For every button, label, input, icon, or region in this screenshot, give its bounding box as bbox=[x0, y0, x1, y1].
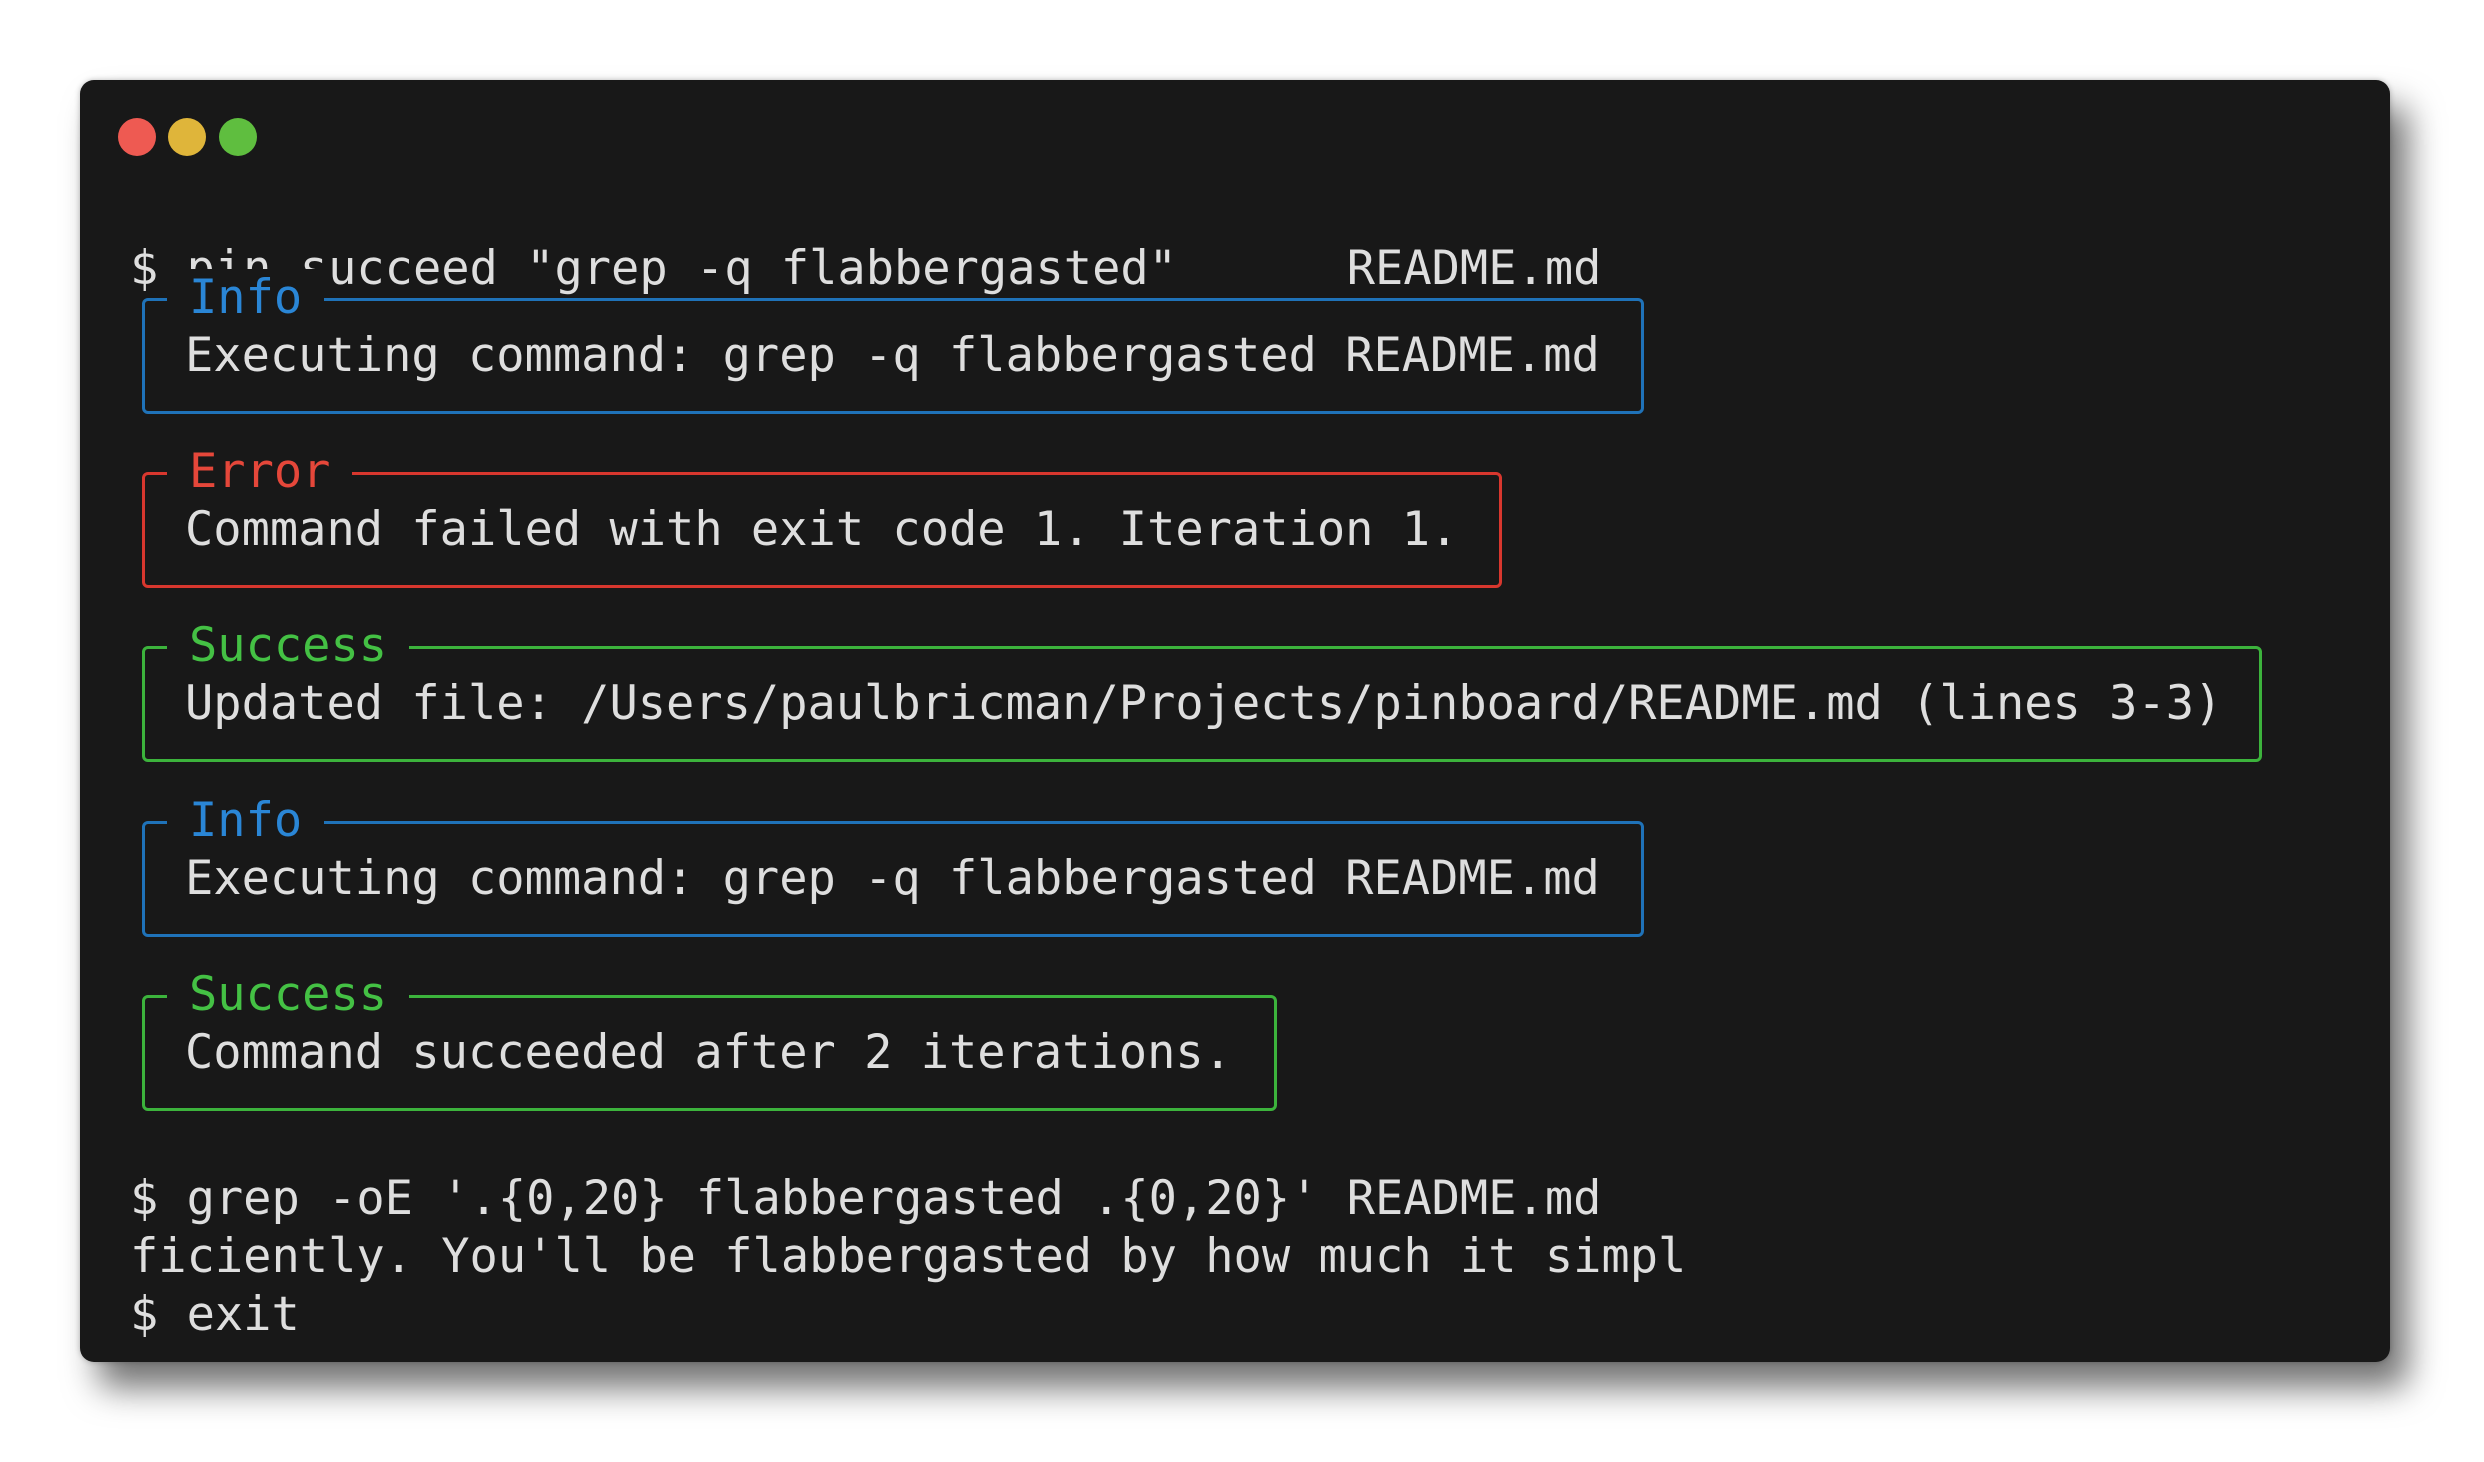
panel-title-error: Error bbox=[167, 443, 353, 501]
panel-title-success: Success bbox=[167, 966, 410, 1024]
panel-message: Command failed with exit code 1. Iterati… bbox=[185, 502, 1459, 557]
info-panel: Info Executing command: grep -q flabberg… bbox=[142, 269, 1644, 414]
panel-title-info: Info bbox=[167, 792, 325, 850]
panel-title-success: Success bbox=[167, 617, 410, 675]
grep-output-line: ficiently. You'll be flabbergasted by ho… bbox=[130, 1229, 1687, 1284]
success-panel: Success Command succeeded after 2 iterat… bbox=[142, 966, 1277, 1111]
error-panel: Error Command failed with exit code 1. I… bbox=[142, 443, 1502, 588]
panel-message: Updated file: /Users/paulbricman/Project… bbox=[185, 676, 2223, 731]
command-line-exit: $ exit bbox=[130, 1287, 300, 1342]
terminal-window[interactable]: $ pin succeed "grep -q flabbergasted" RE… bbox=[80, 80, 2390, 1362]
panel-title-info: Info bbox=[167, 269, 325, 327]
command-line-grep: $ grep -oE '.{0,20} flabbergasted .{0,20… bbox=[130, 1171, 1602, 1226]
command-line-pin: $ pin succeed "grep -q flabbergasted" RE… bbox=[130, 241, 1602, 296]
panel-message: Executing command: grep -q flabbergasted… bbox=[185, 851, 1600, 906]
info-panel: Info Executing command: grep -q flabberg… bbox=[142, 792, 1644, 937]
success-panel: Success Updated file: /Users/paulbricman… bbox=[142, 617, 2262, 762]
maximize-window-button[interactable] bbox=[219, 118, 257, 156]
minimize-window-button[interactable] bbox=[168, 118, 206, 156]
panel-message: Executing command: grep -q flabbergasted… bbox=[185, 328, 1600, 383]
close-window-button[interactable] bbox=[118, 118, 156, 156]
panel-message: Command succeeded after 2 iterations. bbox=[185, 1025, 1232, 1080]
